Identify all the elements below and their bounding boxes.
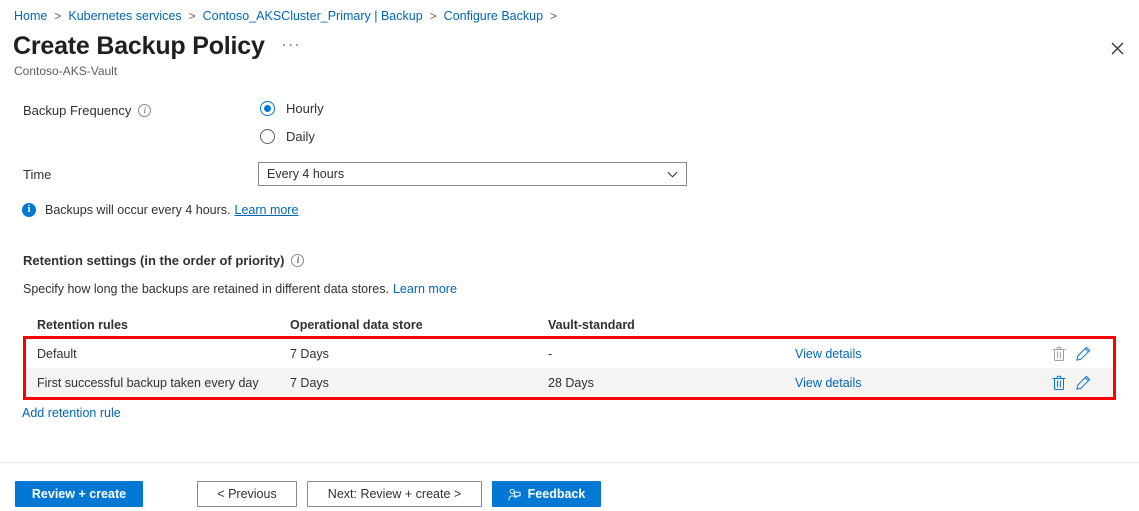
info-icon[interactable]: i — [291, 254, 305, 267]
retention-settings-description-text: Specify how long the backups are retaine… — [23, 282, 389, 296]
backup-frequency-label: Backup Frequency i — [23, 103, 152, 118]
backup-info-message-text: Backups will occur every 4 hours. — [45, 203, 231, 217]
table-header-row: Retention rules Operational data store V… — [23, 314, 1116, 336]
retention-learn-more-link[interactable]: Learn more — [393, 282, 457, 296]
feedback-button-label: Feedback — [527, 487, 586, 501]
radio-mark-icon — [260, 129, 275, 144]
info-filled-icon: i — [22, 203, 36, 217]
breadcrumb-separator: > — [188, 9, 196, 23]
info-icon[interactable]: i — [138, 104, 152, 117]
column-header-retention-rules: Retention rules — [37, 318, 128, 332]
breadcrumb-item-cluster-backup[interactable]: Contoso_AKSCluster_Primary | Backup — [203, 9, 423, 23]
close-icon[interactable] — [1103, 34, 1131, 62]
add-retention-rule-link[interactable]: Add retention rule — [22, 406, 121, 420]
edit-icon[interactable] — [1075, 375, 1091, 391]
backup-info-message: i Backups will occur every 4 hours. Lear… — [22, 203, 298, 217]
create-backup-policy-page: Home > Kubernetes services > Contoso_AKS… — [0, 0, 1139, 511]
radio-option-hourly-label: Hourly — [286, 101, 324, 116]
page-title: Create Backup Policy — [13, 32, 265, 60]
time-dropdown-value: Every 4 hours — [267, 167, 345, 181]
time-label: Time — [23, 167, 51, 182]
breadcrumb-separator: > — [54, 9, 62, 23]
cell-operational: 7 Days — [290, 375, 329, 390]
retention-settings-heading: Retention settings (in the order of prio… — [23, 253, 305, 268]
cell-operational: 7 Days — [290, 346, 329, 361]
row-actions — [1028, 375, 1113, 391]
radio-option-daily[interactable]: Daily — [260, 127, 324, 146]
footer-separator — [0, 462, 1139, 463]
delete-icon[interactable] — [1051, 375, 1067, 391]
cell-rule-name: First successful backup taken every day — [37, 375, 259, 390]
next-review-create-button[interactable]: Next: Review + create > — [307, 481, 482, 507]
table-row[interactable]: First successful backup taken every day … — [26, 368, 1113, 397]
more-options-icon[interactable]: ··· — [282, 36, 302, 53]
radio-mark-icon — [260, 101, 275, 116]
radio-option-hourly[interactable]: Hourly — [260, 99, 324, 118]
delete-icon — [1051, 346, 1067, 362]
breadcrumb-separator: > — [429, 9, 437, 23]
retention-rules-highlight-box: Default 7 Days - View details First succ… — [23, 336, 1116, 400]
cell-vault: 28 Days — [548, 375, 594, 390]
time-label-text: Time — [23, 167, 52, 182]
page-title-row: Create Backup Policy ··· — [13, 31, 301, 61]
cell-vault: - — [548, 346, 553, 361]
cell-rule-name: Default — [37, 346, 77, 361]
column-header-vault-standard: Vault-standard — [548, 318, 635, 332]
retention-settings-description: Specify how long the backups are retaine… — [23, 282, 457, 296]
backup-info-learn-more-link[interactable]: Learn more — [235, 203, 299, 217]
row-actions — [1028, 346, 1113, 362]
table-row[interactable]: Default 7 Days - View details — [26, 339, 1113, 368]
backup-frequency-radio-group: Hourly Daily — [260, 99, 324, 155]
radio-option-daily-label: Daily — [286, 129, 315, 144]
retention-settings-heading-text: Retention settings (in the order of prio… — [23, 253, 285, 268]
breadcrumb-separator: > — [550, 9, 558, 23]
feedback-icon — [508, 488, 521, 501]
breadcrumb-item-kubernetes-services[interactable]: Kubernetes services — [68, 9, 181, 23]
view-details-link[interactable]: View details — [795, 347, 1028, 361]
edit-icon[interactable] — [1075, 346, 1091, 362]
breadcrumb-item-configure-backup[interactable]: Configure Backup — [444, 9, 543, 23]
page-subtitle: Contoso-AKS-Vault — [14, 64, 118, 78]
breadcrumb-item-home[interactable]: Home — [14, 9, 47, 23]
feedback-button[interactable]: Feedback — [492, 481, 601, 507]
breadcrumb: Home > Kubernetes services > Contoso_AKS… — [14, 9, 564, 23]
review-create-button[interactable]: Review + create — [15, 481, 143, 507]
chevron-down-icon — [667, 171, 678, 178]
retention-rules-table: Retention rules Operational data store V… — [23, 314, 1116, 400]
column-header-operational-store: Operational data store — [290, 318, 423, 332]
view-details-link[interactable]: View details — [795, 376, 1028, 390]
backup-frequency-label-text: Backup Frequency — [23, 103, 132, 118]
time-dropdown[interactable]: Every 4 hours — [258, 162, 687, 186]
previous-button[interactable]: < Previous — [197, 481, 297, 507]
